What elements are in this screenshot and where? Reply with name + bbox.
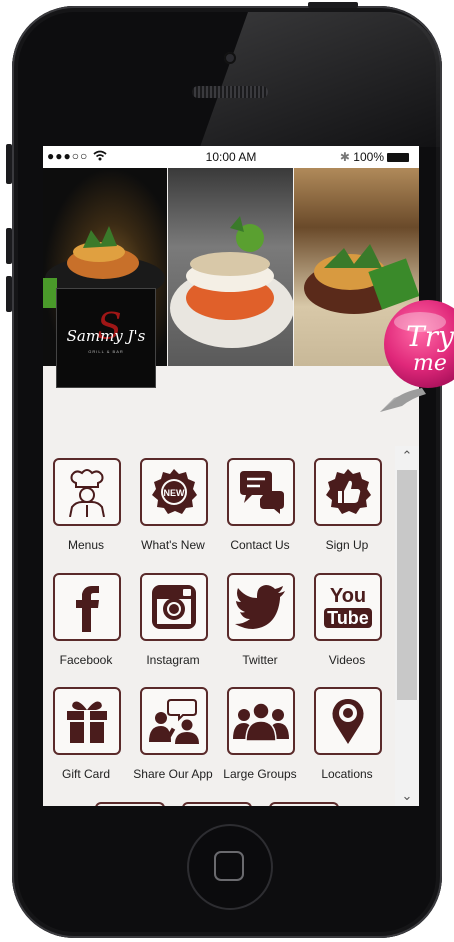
earpiece-speaker: [192, 86, 268, 98]
facebook-label: Facebook: [59, 653, 113, 667]
volume-up-button: [6, 228, 12, 264]
battery-indicator: ✱ 100%: [340, 150, 409, 164]
instagram-icon: [152, 585, 196, 629]
home-button[interactable]: [189, 826, 271, 908]
gift-card-label: Gift Card: [61, 767, 110, 781]
share-our-app-icon-box: [140, 687, 208, 755]
try-me-line1: Try: [406, 320, 454, 353]
try-me-badge: Try me: [380, 300, 454, 412]
instagram-icon-box: [140, 573, 208, 641]
front-camera: [224, 52, 236, 64]
locations-icon-box: [314, 687, 382, 755]
next-row-tile-2[interactable]: [182, 802, 252, 806]
power-button: [308, 2, 358, 8]
facebook-icon: [76, 586, 99, 632]
contact-us-icon-box: [227, 458, 295, 526]
home-square-icon: [214, 851, 244, 881]
youtube-tube-text: Tube: [324, 608, 372, 628]
videos-label: Videos: [328, 653, 366, 667]
twitter-icon: [235, 585, 285, 629]
battery-percent: 100%: [353, 150, 384, 164]
share-people-icon: [149, 699, 199, 744]
whats-new-label: What's New: [141, 538, 205, 552]
scroll-up-arrow-icon[interactable]: ⌃: [395, 448, 419, 464]
scrollbar-thumb[interactable]: [397, 470, 417, 700]
locations-label: Locations: [321, 767, 373, 781]
next-row-tile-3[interactable]: [269, 802, 339, 806]
youtube-you-text: You: [329, 585, 367, 607]
logo-name: Sammy J's: [66, 327, 146, 345]
battery-icon: [387, 153, 409, 163]
large-groups-label: Large Groups: [223, 767, 297, 781]
try-me-line2: me: [413, 351, 447, 376]
scrollbar[interactable]: ⌃ ⌄: [395, 446, 419, 806]
try-me-button[interactable]: Try me: [372, 300, 454, 418]
mute-switch: [6, 144, 12, 184]
scroll-down-arrow-icon[interactable]: ⌄: [395, 788, 419, 804]
chat-bubbles-icon: [240, 471, 284, 514]
map-pin-icon: [332, 699, 364, 744]
thumbs-up-icon: [326, 469, 371, 514]
chef-icon: [69, 469, 105, 517]
gift-icon: [67, 701, 107, 743]
dish-photo-2: [168, 168, 293, 366]
contact-us-label: Contact Us: [230, 538, 290, 552]
status-bar: ●●●○○ 10:00 AM ✱ 100%: [43, 146, 419, 168]
share-our-app-label: Share Our App: [133, 767, 213, 781]
volume-down-button: [6, 276, 12, 312]
menus-icon-box: [53, 458, 121, 526]
new-badge-icon: NEW: [152, 469, 197, 514]
group-icon: [233, 702, 289, 741]
facebook-icon-box: [53, 573, 121, 641]
restaurant-logo: S Sammy J's GRILL & BAR: [56, 288, 156, 388]
bluetooth-icon: ✱: [339, 150, 350, 164]
youtube-icon: You Tube: [324, 586, 372, 628]
twitter-icon-box: [227, 573, 295, 641]
gift-card-icon-box: [53, 687, 121, 755]
instagram-label: Instagram: [146, 653, 200, 667]
large-groups-icon-box: [227, 687, 295, 755]
logo-subtitle: GRILL & BAR: [88, 349, 124, 354]
whats-new-icon-box: NEW: [140, 458, 208, 526]
new-badge-text: NEW: [164, 488, 186, 498]
next-row-tile-1[interactable]: [95, 802, 165, 806]
phone-screen: ●●●○○ 10:00 AM ✱ 100% S Sammy J's GRILL …: [43, 146, 419, 806]
menus-label: Menus: [67, 538, 105, 552]
videos-icon-box: You Tube: [314, 573, 382, 641]
twitter-label: Twitter: [242, 653, 278, 667]
sign-up-label: Sign Up: [325, 538, 369, 552]
sign-up-icon-box: [314, 458, 382, 526]
